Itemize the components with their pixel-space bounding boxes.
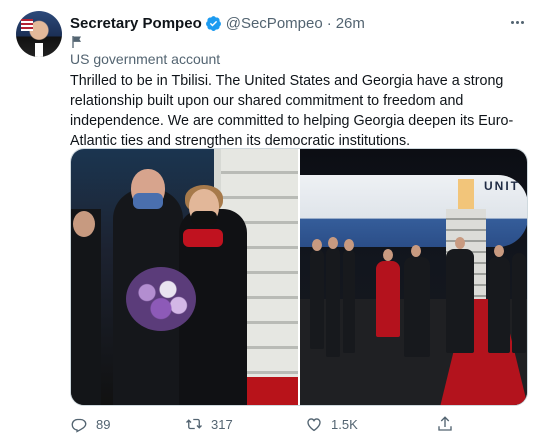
tweet-header: Secretary Pompeo @SecPompeo · 26m xyxy=(70,14,365,32)
tweet-time[interactable]: 26m xyxy=(336,15,365,32)
tweet-text: Thrilled to be in Tbilisi. The United St… xyxy=(70,73,514,149)
more-icon[interactable] xyxy=(507,14,527,30)
photo-left[interactable] xyxy=(71,149,298,405)
author-handle[interactable]: @SecPompeo xyxy=(226,15,323,32)
retweet-button[interactable]: 317 xyxy=(185,414,233,434)
share-button[interactable] xyxy=(436,414,454,434)
account-label: US government account xyxy=(70,51,221,67)
separator-dot: · xyxy=(326,14,332,32)
tweet-actions: 89 317 1.5K xyxy=(70,414,530,434)
reply-icon xyxy=(71,418,87,433)
author-name[interactable]: Secretary Pompeo xyxy=(70,15,202,32)
tweet[interactable]: Secretary Pompeo @SecPompeo · 26m US gov… xyxy=(0,0,544,443)
reply-count: 89 xyxy=(96,416,111,432)
media-grid: UNIT xyxy=(70,148,528,406)
photo-right[interactable]: UNIT xyxy=(300,149,527,405)
retweet-count: 317 xyxy=(211,416,233,432)
share-icon xyxy=(438,416,452,431)
flag-icon xyxy=(72,36,81,48)
reply-button[interactable]: 89 xyxy=(70,414,110,434)
like-button[interactable]: 1.5K xyxy=(305,414,358,434)
avatar[interactable] xyxy=(16,11,62,57)
like-count: 1.5K xyxy=(331,416,358,432)
verified-badge-icon xyxy=(205,15,221,31)
retweet-icon xyxy=(186,418,202,430)
plane-lettering: UNIT xyxy=(484,179,520,193)
like-icon xyxy=(307,418,321,432)
